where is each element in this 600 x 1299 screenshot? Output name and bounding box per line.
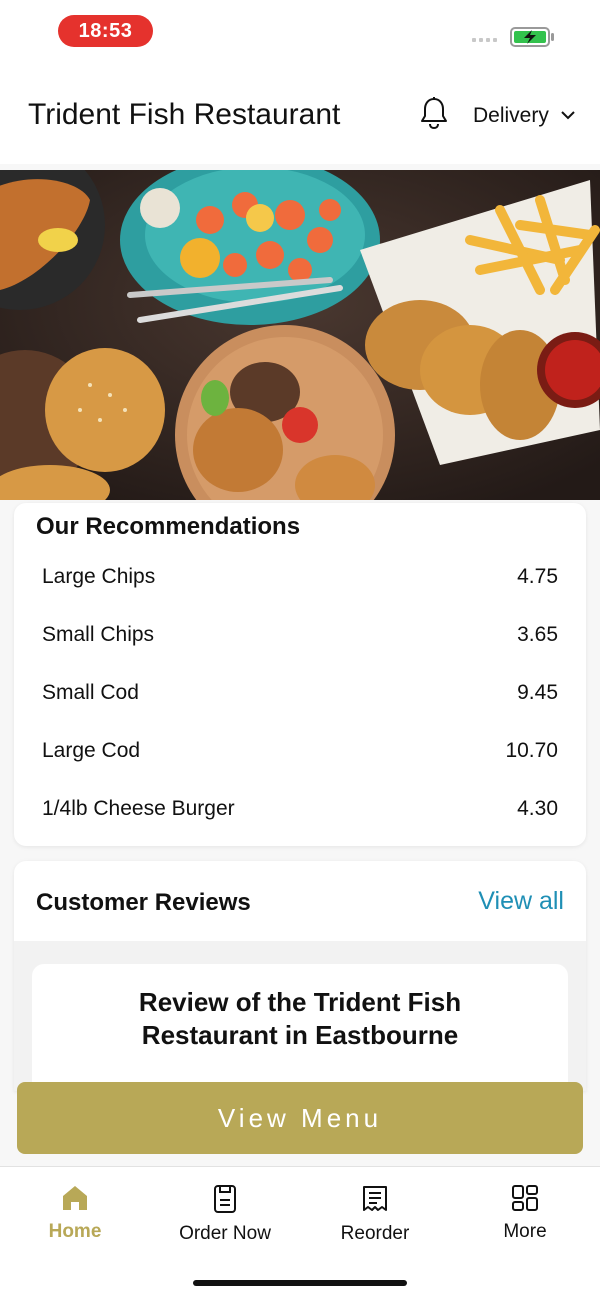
status-time: 18:53 — [58, 15, 153, 47]
item-name: Large Cod — [42, 739, 141, 762]
tab-label: Reorder — [340, 1223, 410, 1244]
item-price: 4.30 — [517, 797, 558, 820]
battery-icon — [510, 27, 554, 47]
tab-label: Order Now — [179, 1223, 271, 1244]
home-indicator — [193, 1280, 407, 1286]
review-title-line: Review of the Trident Fish — [138, 987, 462, 1017]
recommendations-card: Our Recommendations Large Chips 4.75 Sma… — [14, 503, 586, 846]
list-item[interactable]: Large Chips 4.75 — [42, 557, 558, 597]
bell-icon[interactable] — [418, 96, 450, 130]
item-name: 1/4lb Cheese Burger — [42, 797, 235, 820]
order-icon — [214, 1185, 236, 1213]
app-header: Trident Fish Restaurant Delivery — [0, 64, 600, 164]
restaurant-title: Trident Fish Restaurant — [28, 98, 341, 131]
item-name: Large Chips — [42, 565, 156, 588]
tab-more[interactable]: More — [450, 1183, 600, 1263]
recommendations-title: Our Recommendations — [36, 513, 301, 540]
item-price: 3.65 — [517, 623, 558, 646]
item-price: 9.45 — [517, 681, 558, 704]
receipt-icon — [363, 1186, 387, 1211]
list-item[interactable]: Large Cod 10.70 — [42, 731, 558, 771]
reviews-header: Customer Reviews View all — [14, 861, 586, 941]
home-icon — [63, 1186, 87, 1210]
view-menu-button[interactable]: View Menu — [17, 1082, 583, 1154]
customer-reviews-section: Customer Reviews View all Review of the … — [14, 861, 586, 1091]
item-price: 10.70 — [505, 739, 558, 762]
chevron-down-icon[interactable] — [560, 110, 576, 120]
list-item[interactable]: Small Cod 9.45 — [42, 673, 558, 713]
reviews-title: Customer Reviews — [36, 889, 251, 916]
review-card-title: Review of the Trident Fish Restaurant in… — [32, 986, 568, 1052]
status-bar: 18:53 — [0, 0, 600, 64]
tab-home[interactable]: Home — [0, 1183, 150, 1263]
signal-icon — [472, 38, 497, 42]
delivery-mode-selector[interactable]: Delivery — [473, 104, 549, 128]
view-all-reviews-link[interactable]: View all — [478, 887, 564, 916]
review-title-line: Restaurant in Eastbourne — [141, 1020, 459, 1050]
tab-label: Home — [48, 1221, 102, 1242]
tab-reorder[interactable]: Reorder — [300, 1183, 450, 1263]
item-name: Small Cod — [42, 681, 139, 704]
list-item[interactable]: Small Chips 3.65 — [42, 615, 558, 655]
hero-food-image — [0, 170, 600, 500]
tab-label: More — [503, 1221, 547, 1242]
item-price: 4.75 — [517, 565, 558, 588]
item-name: Small Chips — [42, 623, 155, 646]
review-card[interactable]: Review of the Trident Fish Restaurant in… — [32, 964, 568, 1091]
grid-icon — [512, 1185, 538, 1211]
tab-order-now[interactable]: Order Now — [150, 1183, 300, 1263]
list-item[interactable]: 1/4lb Cheese Burger 4.30 — [42, 789, 558, 829]
